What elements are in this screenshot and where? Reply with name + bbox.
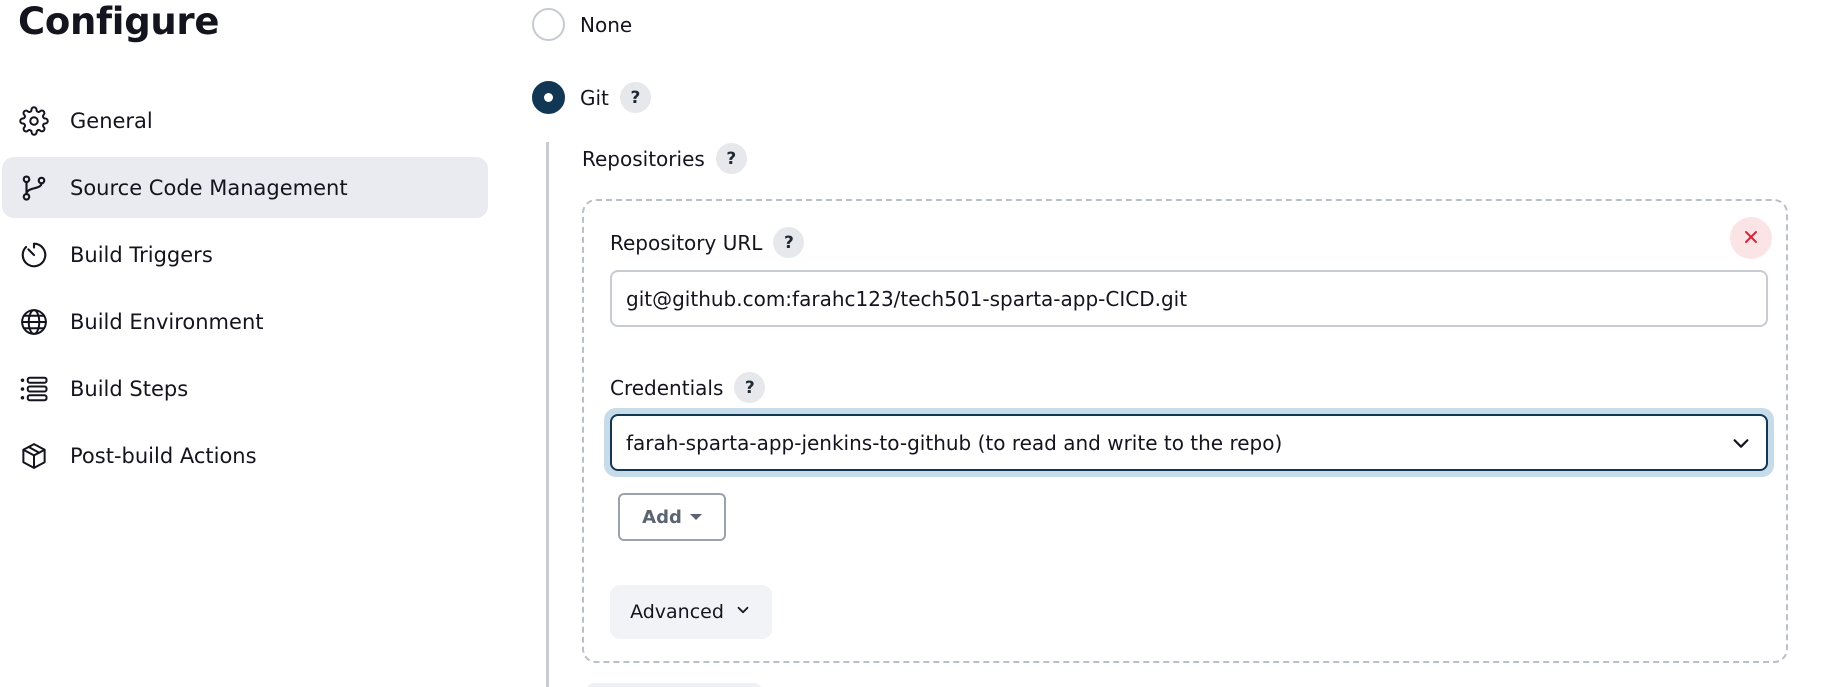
credentials-selected-value: farah-sparta-app-jenkins-to-github (to r…	[626, 430, 1283, 455]
scm-option-git: Git ?	[532, 81, 651, 114]
close-icon	[1743, 226, 1759, 251]
repositories-label-row: Repositories ?	[582, 143, 747, 174]
sidebar-item-label: Source Code Management	[70, 175, 348, 200]
sidebar-item-label: Post-build Actions	[70, 443, 257, 468]
repository-card: Repository URL ? git@github.com:farahc12…	[582, 199, 1788, 663]
git-radio-label: Git	[580, 85, 609, 110]
sidebar-item-build-environment[interactable]: Build Environment	[2, 291, 488, 352]
sidebar-item-post-build-actions[interactable]: Post-build Actions	[2, 425, 488, 486]
gear-icon	[19, 106, 49, 136]
none-radio-label: None	[580, 12, 633, 37]
git-radio[interactable]	[532, 81, 565, 114]
sidebar-item-label: General	[70, 108, 153, 133]
credentials-label-row: Credentials ?	[610, 372, 766, 403]
credentials-focus-ring: farah-sparta-app-jenkins-to-github (to r…	[604, 408, 1774, 477]
caret-down-icon	[689, 514, 702, 520]
git-help-button[interactable]: ?	[619, 82, 651, 113]
credentials-help-button[interactable]: ?	[734, 372, 766, 403]
page-title: Configure	[18, 0, 220, 43]
add-repository-button[interactable]	[586, 683, 762, 687]
chevron-down-icon	[724, 601, 752, 624]
radio-dot	[544, 93, 553, 102]
none-radio[interactable]	[532, 8, 565, 41]
scm-option-none: None	[532, 8, 632, 41]
sidebar-item-build-steps[interactable]: Build Steps	[2, 358, 488, 419]
repositories-help-button[interactable]: ?	[715, 143, 747, 174]
git-section-divider	[546, 142, 549, 687]
package-icon	[19, 441, 49, 471]
advanced-label: Advanced	[630, 601, 724, 623]
repository-url-help-button[interactable]: ?	[773, 227, 805, 258]
sidebar-item-label: Build Triggers	[70, 242, 213, 267]
remove-repository-button[interactable]	[1730, 217, 1772, 259]
credentials-select[interactable]: farah-sparta-app-jenkins-to-github (to r…	[610, 414, 1768, 471]
sidebar-nav: General Source Code Management Build Tri…	[2, 90, 488, 492]
globe-icon	[19, 307, 49, 337]
credentials-label: Credentials	[610, 375, 724, 400]
chevron-down-icon	[1730, 432, 1752, 459]
list-icon	[19, 374, 49, 404]
repository-url-label: Repository URL	[610, 230, 763, 255]
sidebar-item-build-triggers[interactable]: Build Triggers	[2, 224, 488, 285]
sidebar-item-general[interactable]: General	[2, 90, 488, 151]
repository-url-label-row: Repository URL ?	[610, 227, 805, 258]
add-credentials-button[interactable]: Add	[618, 493, 726, 541]
sidebar-item-label: Build Steps	[70, 376, 189, 401]
advanced-button[interactable]: Advanced	[610, 585, 772, 639]
sidebar-item-source-code-management[interactable]: Source Code Management	[2, 157, 488, 218]
repositories-label: Repositories	[582, 146, 705, 171]
configure-page: Configure General Source Code Management…	[0, 0, 1828, 687]
git-branch-icon	[19, 173, 49, 203]
add-credentials-label: Add	[642, 506, 682, 528]
repository-url-input[interactable]: git@github.com:farahc123/tech501-sparta-…	[610, 270, 1768, 327]
timer-icon	[19, 240, 49, 270]
sidebar-item-label: Build Environment	[70, 309, 264, 334]
